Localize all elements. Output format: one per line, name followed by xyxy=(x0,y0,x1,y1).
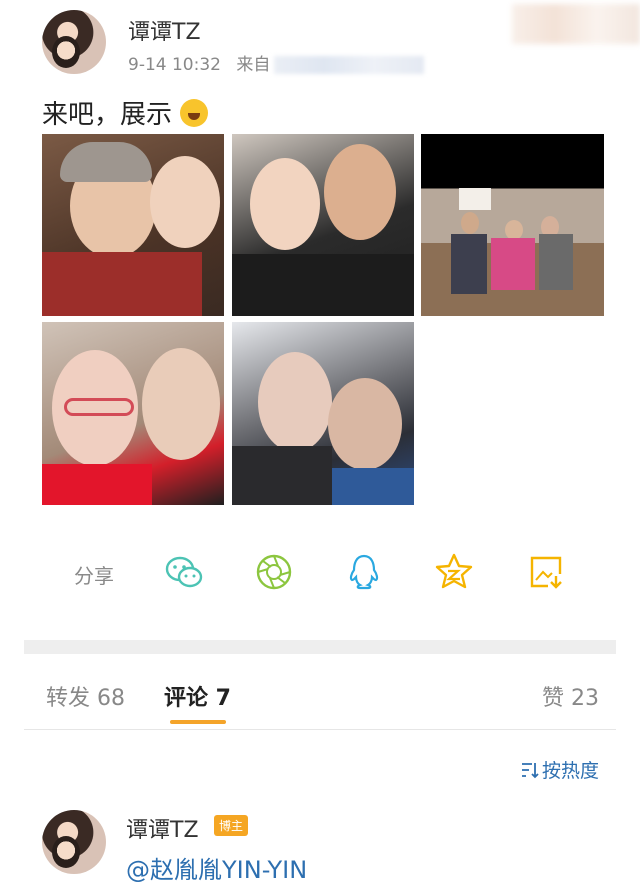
post-photo-3[interactable] xyxy=(421,134,604,316)
sort-icon xyxy=(522,763,539,779)
blurred-region xyxy=(512,4,640,44)
comment-avatar[interactable] xyxy=(42,810,106,874)
post-photo-5[interactable] xyxy=(232,322,414,505)
tabs-divider xyxy=(24,729,616,730)
active-tab-indicator xyxy=(170,720,226,724)
post-photo-2[interactable] xyxy=(232,134,414,316)
tab-repost[interactable]: 转发 68 xyxy=(46,680,125,712)
moments-icon[interactable] xyxy=(254,552,294,592)
comment-text[interactable]: @赵胤胤YIN-YIN xyxy=(126,850,307,885)
tab-likes[interactable]: 赞 23 xyxy=(542,680,599,712)
author-name[interactable]: 谭谭TZ xyxy=(128,14,201,46)
post-photo-1[interactable] xyxy=(42,134,224,316)
laugh-emoji-icon xyxy=(180,99,209,127)
qzone-icon[interactable] xyxy=(434,552,474,592)
sort-by-hot-button[interactable]: 按热度 xyxy=(520,756,599,783)
share-row: 分享 xyxy=(74,552,594,592)
wechat-icon[interactable] xyxy=(164,552,204,592)
author-avatar[interactable] xyxy=(42,10,106,74)
sort-label: 按热度 xyxy=(542,760,600,782)
post-text-content: 来吧，展示 xyxy=(42,100,173,130)
post-time: 9-14 10:32 xyxy=(128,55,221,75)
post-meta: 9-14 10:32 来自 xyxy=(128,50,425,75)
section-divider xyxy=(24,640,616,654)
tab-comments[interactable]: 评论 7 xyxy=(164,680,231,712)
author-badge: 博主 xyxy=(214,815,249,836)
share-label: 分享 xyxy=(74,564,114,588)
save-image-icon[interactable] xyxy=(526,552,566,592)
post-source-prefix: 来自 xyxy=(236,55,271,75)
post-text: 来吧，展示 xyxy=(42,94,209,131)
qq-icon[interactable] xyxy=(344,552,384,592)
post-source-blurred xyxy=(274,56,425,74)
post-photo-4[interactable] xyxy=(42,322,224,505)
comment-author[interactable]: 谭谭TZ xyxy=(126,812,199,844)
